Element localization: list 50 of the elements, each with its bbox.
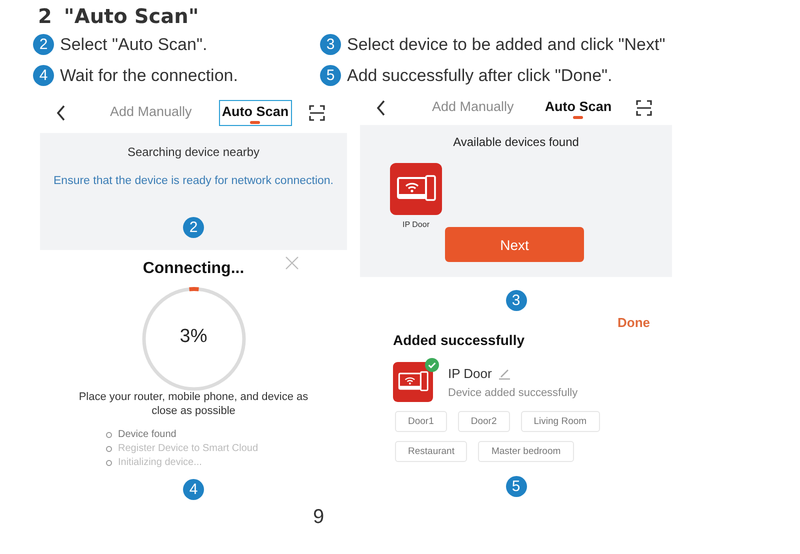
next-button[interactable]: Next bbox=[445, 227, 584, 262]
instruction-text: Place your router, mobile phone, and device as close as possible bbox=[78, 390, 310, 418]
back-icon[interactable] bbox=[56, 105, 66, 121]
back-icon[interactable] bbox=[376, 100, 386, 116]
bullet-icon bbox=[106, 446, 112, 452]
room-option[interactable]: Restaurant bbox=[395, 441, 468, 462]
scan-icon[interactable] bbox=[308, 105, 325, 121]
step-badge: 2 bbox=[183, 217, 204, 238]
tab[interactable]: Add Manually bbox=[429, 95, 517, 121]
checklist-item: Register Device to Smart Cloud bbox=[118, 442, 258, 456]
check-icon bbox=[425, 358, 439, 372]
step-badge: 3 bbox=[320, 34, 341, 55]
section-number: 2 bbox=[38, 4, 52, 28]
scan-icon[interactable] bbox=[636, 100, 652, 116]
step-text: Select "Auto Scan". bbox=[60, 34, 208, 54]
bullet-icon bbox=[106, 460, 112, 466]
tab[interactable]: Auto Scan bbox=[542, 95, 615, 121]
room-option[interactable]: Master bedroom bbox=[478, 441, 574, 462]
hint-text: Ensure that the device is ready for network connection. bbox=[54, 175, 334, 187]
room-option[interactable]: Living Room bbox=[520, 411, 600, 432]
list-heading: Available devices found bbox=[452, 135, 580, 149]
step-badge: 5 bbox=[506, 476, 526, 497]
step-badge: 4 bbox=[33, 65, 54, 86]
done-button[interactable]: Done bbox=[618, 315, 650, 330]
device-status: Device added successfully bbox=[448, 387, 578, 399]
tab[interactable]: Auto Scan bbox=[218, 100, 292, 126]
progress-reading: 3% bbox=[178, 326, 208, 348]
device-name: IP Door bbox=[448, 366, 492, 381]
step-text: Select device to be added and click "Next" bbox=[347, 34, 666, 54]
bullet-icon bbox=[106, 432, 112, 438]
section-title: "Auto Scan" bbox=[64, 4, 199, 28]
section-heading: Added successfully bbox=[393, 332, 526, 348]
checklist-item: Initializing device... bbox=[118, 456, 202, 470]
step-text: Wait for the connection. bbox=[60, 66, 238, 86]
dialog-title: Connecting... bbox=[142, 260, 244, 278]
page-number: 9 bbox=[313, 506, 324, 528]
step-badge: 4 bbox=[183, 479, 204, 500]
step-badge: 5 bbox=[320, 65, 341, 86]
room-option[interactable]: Door1 bbox=[395, 411, 447, 432]
checklist-item: Device found bbox=[118, 428, 176, 442]
step-text: Add successfully after click "Done". bbox=[347, 66, 612, 86]
intercom-device-icon bbox=[390, 163, 442, 215]
room-option[interactable]: Door2 bbox=[458, 411, 510, 432]
device-item[interactable]: IP Door bbox=[390, 163, 442, 229]
step-badge: 2 bbox=[33, 34, 54, 55]
step-badge: 3 bbox=[506, 290, 526, 311]
intercom-device-icon bbox=[393, 362, 433, 402]
progress-fill bbox=[188, 287, 198, 292]
tab[interactable]: Add Manually bbox=[107, 100, 195, 126]
status-text: Searching device nearby bbox=[127, 145, 260, 159]
